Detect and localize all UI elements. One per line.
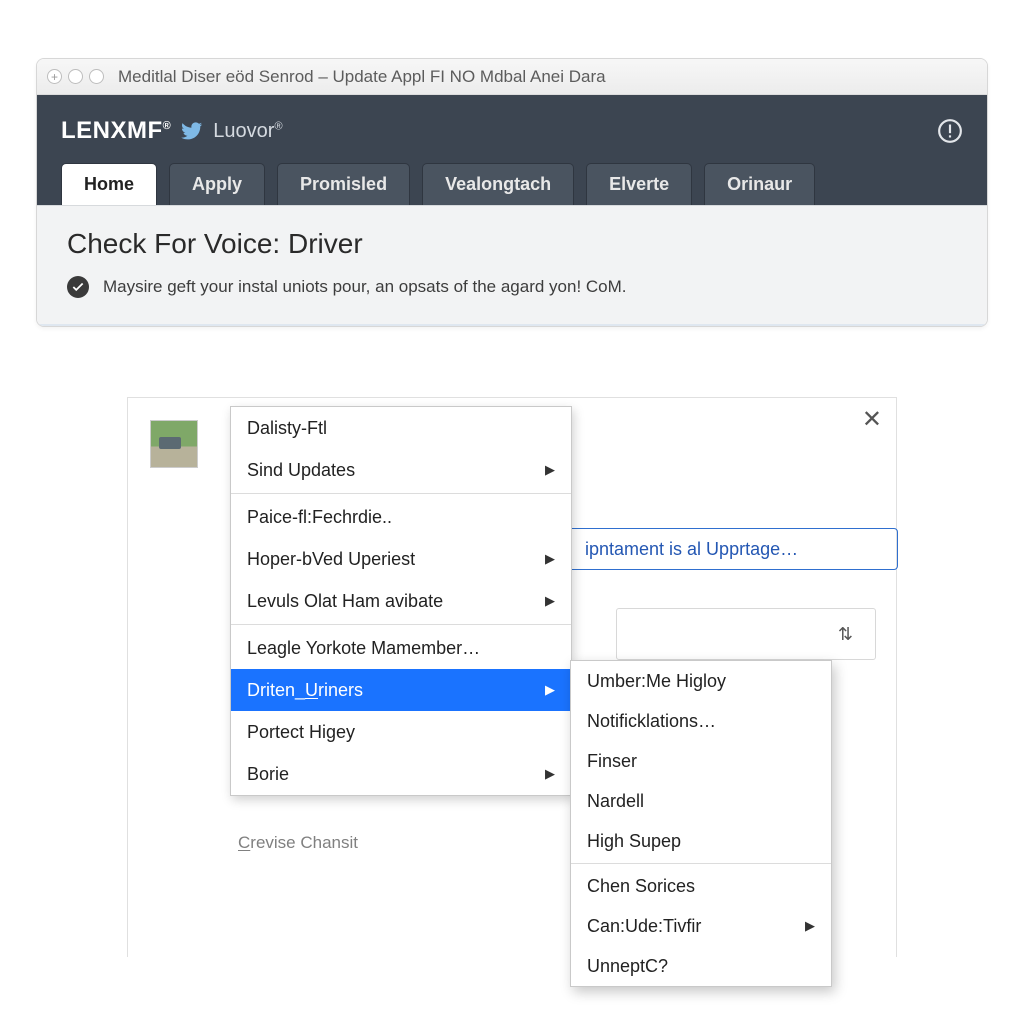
tab-vealongtach[interactable]: Vealongtach <box>422 163 574 205</box>
menu-item[interactable]: Hoper-bVed Uperiest ▶ <box>231 538 571 580</box>
chevron-right-icon: ▶ <box>545 766 555 782</box>
submenu-item-label: Notificklations… <box>587 711 716 732</box>
tab-apply[interactable]: Apply <box>169 163 265 205</box>
app-window: + Meditlal Diser eöd Senrod – Update App… <box>36 58 988 327</box>
submenu-item[interactable]: Finser <box>571 741 831 781</box>
window-title: Meditlal Diser eöd Senrod – Update Appl … <box>118 67 606 87</box>
menu-separator <box>231 493 571 494</box>
menu-item-label: Hoper-bVed Uperiest <box>247 549 415 570</box>
menu-item-label: Sind Updates <box>247 460 355 481</box>
brand-sub: Luovor® <box>213 120 282 143</box>
submenu-item[interactable]: Notificklations… <box>571 701 831 741</box>
tab-elverte[interactable]: Elverte <box>586 163 692 205</box>
menu-item[interactable]: Dalisty-Ftl <box>231 407 571 449</box>
submenu-item-label: Finser <box>587 751 637 772</box>
chevron-right-icon: ▶ <box>545 593 555 609</box>
menu-item-label: Portect Higey <box>247 722 355 743</box>
submenu-item[interactable]: Nardell <box>571 781 831 821</box>
bird-icon <box>181 120 203 142</box>
window-control-2[interactable] <box>68 69 83 84</box>
menu-item-label: Leagle Yorkote Mamember… <box>247 638 480 659</box>
sort-icon: ⇅ <box>838 624 853 645</box>
thumbnail <box>150 420 198 468</box>
status-row: Maysire geft your instal uniots pour, an… <box>67 276 957 298</box>
menu-item[interactable]: Portect Higey <box>231 711 571 753</box>
menu-item[interactable]: Sind Updates ▶ <box>231 449 571 491</box>
submenu-item-label: Umber:Me Higloy <box>587 671 726 692</box>
menu-item-label: Levuls Olat Ham avibate <box>247 591 443 612</box>
chevron-right-icon: ▶ <box>545 551 555 567</box>
context-menu: Dalisty-Ftl Sind Updates ▶ Paice-fl:Fechrdi… <box>230 406 572 796</box>
submenu-item[interactable]: Can:Ude:Tivfir ▶ <box>571 906 831 946</box>
window-control-add[interactable]: + <box>47 69 62 84</box>
menu-item-label: Borie <box>247 764 289 785</box>
info-callout-text: ipntament is al Upprtage… <box>585 539 798 560</box>
menu-separator <box>571 863 831 864</box>
page-title: Check For Voice: Driver <box>67 228 957 260</box>
submenu-item-label: Chen Sorices <box>587 876 695 897</box>
tab-orinaur[interactable]: Orinaur <box>704 163 815 205</box>
header: LENXMF® Luovor® Home Apply Promisled Vealon… <box>37 95 987 205</box>
submenu-item[interactable]: Chen Sorices <box>571 866 831 906</box>
content-area: Check For Voice: Driver Maysire geft you… <box>37 205 987 326</box>
submenu-item[interactable]: High Supep <box>571 821 831 861</box>
menu-item[interactable]: Borie ▶ <box>231 753 571 795</box>
tab-home[interactable]: Home <box>61 163 157 205</box>
check-icon <box>67 276 89 298</box>
submenu-item-label: Nardell <box>587 791 644 812</box>
submenu-item[interactable]: UnneptC? <box>571 946 831 986</box>
context-submenu: Umber:Me Higloy Notificklations… Finser Nar… <box>570 660 832 987</box>
menu-item-label: Dalisty-Ftl <box>247 418 327 439</box>
menu-item-selected[interactable]: Driten_Uriners▶ <box>231 669 571 711</box>
status-text: Maysire geft your instal uniots pour, an… <box>103 277 627 297</box>
secondary-box: ⇅ <box>616 608 876 660</box>
submenu-item[interactable]: Umber:Me Higloy <box>571 661 831 701</box>
window-control-3[interactable] <box>89 69 104 84</box>
window-controls: + <box>47 69 104 84</box>
footnote-link[interactable]: Crevise Chansit <box>238 833 358 853</box>
menu-item[interactable]: Levuls Olat Ham avibate ▶ <box>231 580 571 622</box>
menu-item[interactable]: Paice-fl:Fechrdie.. <box>231 496 571 538</box>
menu-separator <box>231 624 571 625</box>
chevron-right-icon: ▶ <box>545 682 555 698</box>
close-icon[interactable]: ✕ <box>862 408 882 432</box>
menu-item-label: Paice-fl:Fechrdie.. <box>247 507 392 528</box>
titlebar: + Meditlal Diser eöd Senrod – Update App… <box>37 59 987 95</box>
submenu-item-label: UnneptC? <box>587 956 668 977</box>
dialog-panel: ✕ ipntament is al Upprtage… ⇅ Crevise Ch… <box>127 397 897 957</box>
chevron-right-icon: ▶ <box>805 918 815 934</box>
submenu-item-label: Can:Ude:Tivfir <box>587 916 701 937</box>
alert-icon[interactable] <box>937 118 963 144</box>
menu-item[interactable]: Leagle Yorkote Mamember… <box>231 627 571 669</box>
chevron-right-icon: ▶ <box>545 462 555 478</box>
tab-promisled[interactable]: Promisled <box>277 163 410 205</box>
brand-name: LENXMF® <box>61 117 171 145</box>
tab-bar: Home Apply Promisled Vealongtach Elverte Orin… <box>61 163 963 205</box>
submenu-item-label: High Supep <box>587 831 681 852</box>
